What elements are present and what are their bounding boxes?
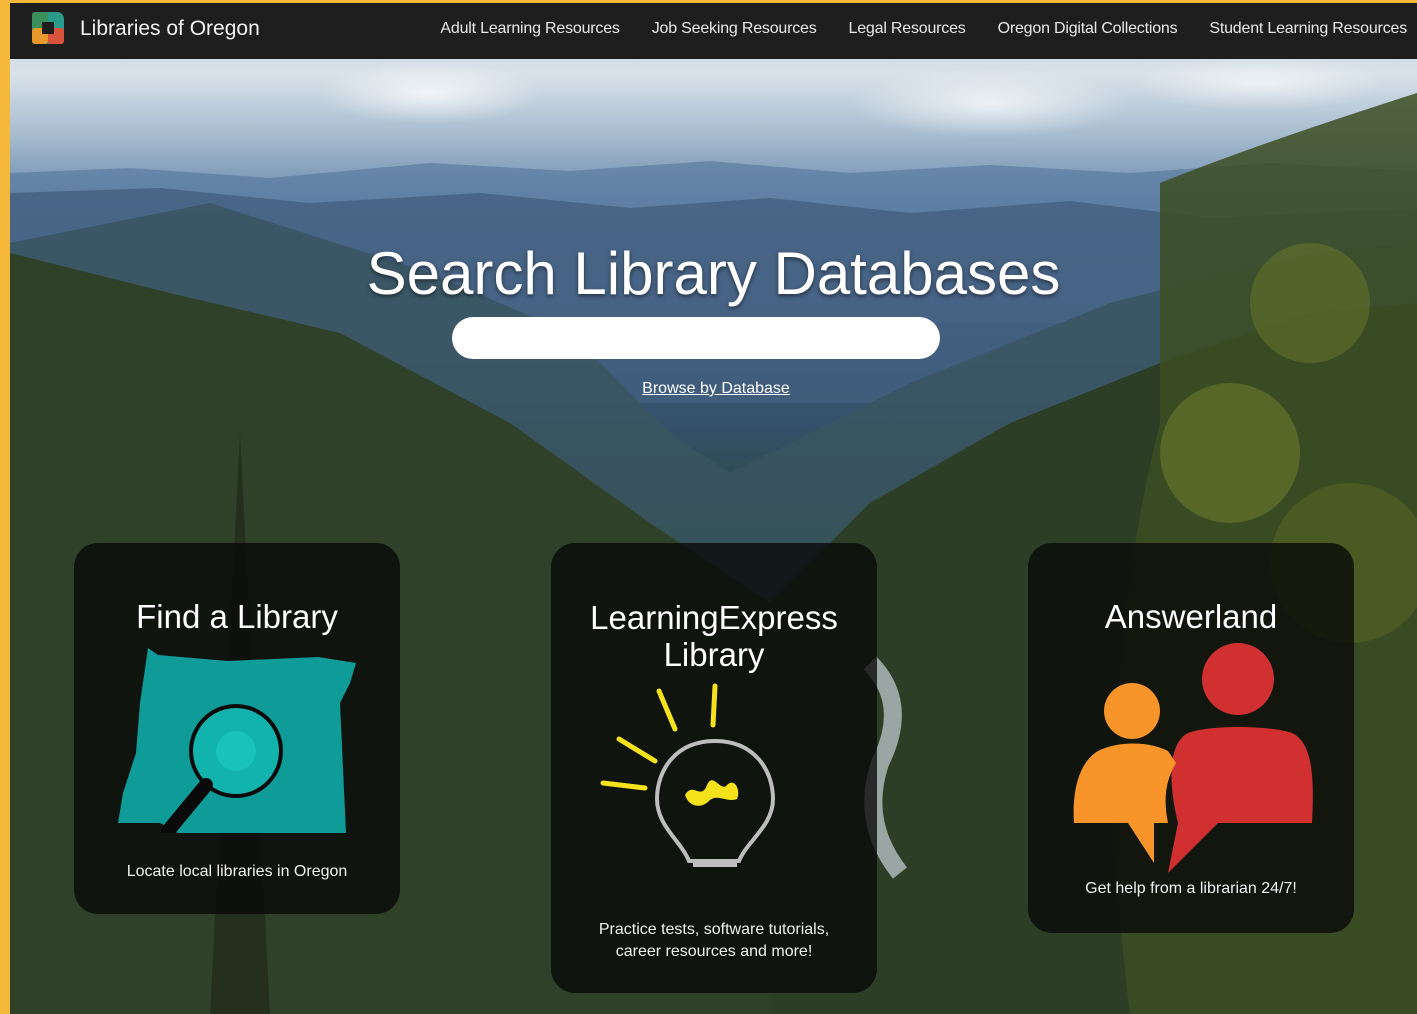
nav-job-seeking[interactable]: Job Seeking Resources — [652, 20, 817, 38]
card-description: Locate local libraries in Oregon — [126, 863, 348, 880]
card-description: Get help from a librarian 24/7! — [1085, 880, 1297, 897]
nav-oregon-digital[interactable]: Oregon Digital Collections — [998, 20, 1178, 38]
find-a-library-card[interactable]: Find a Library Locate local libraries in… — [74, 543, 400, 914]
database-search-input[interactable] — [452, 317, 940, 359]
nav-legal[interactable]: Legal Resources — [849, 20, 966, 38]
card-title: LearningExpress Library — [590, 599, 838, 673]
checker-square-logo-icon[interactable] — [32, 12, 64, 44]
hero-title: Search Library Databases — [366, 240, 1061, 307]
main-nav: Adult Learning Resources Job Seeking Res… — [440, 20, 1407, 38]
answerland-card[interactable]: Answerland Get help from a librarian 24/… — [1028, 543, 1354, 933]
nav-adult-learning[interactable]: Adult Learning Resources — [440, 20, 620, 38]
page-frame: Libraries of Oregon Adult Learning Resou… — [10, 3, 1417, 1014]
site-header: Libraries of Oregon Adult Learning Resou… — [10, 3, 1417, 59]
card-title: Find a Library — [136, 598, 338, 635]
people-chat-icon — [1073, 643, 1313, 873]
card-title: Answerland — [1104, 598, 1278, 635]
browse-by-database-link[interactable]: Browse by Database — [10, 380, 1417, 398]
nav-student-learning[interactable]: Student Learning Resources — [1209, 20, 1407, 38]
card-description: Practice tests, software tutorials, care… — [598, 921, 830, 960]
site-title[interactable]: Libraries of Oregon — [80, 17, 260, 41]
oregon-map-magnifier-icon — [118, 648, 356, 833]
learningexpress-library-card[interactable]: LearningExpress Library Practice tests, … — [551, 543, 877, 993]
lightbulb-icon — [600, 683, 776, 867]
